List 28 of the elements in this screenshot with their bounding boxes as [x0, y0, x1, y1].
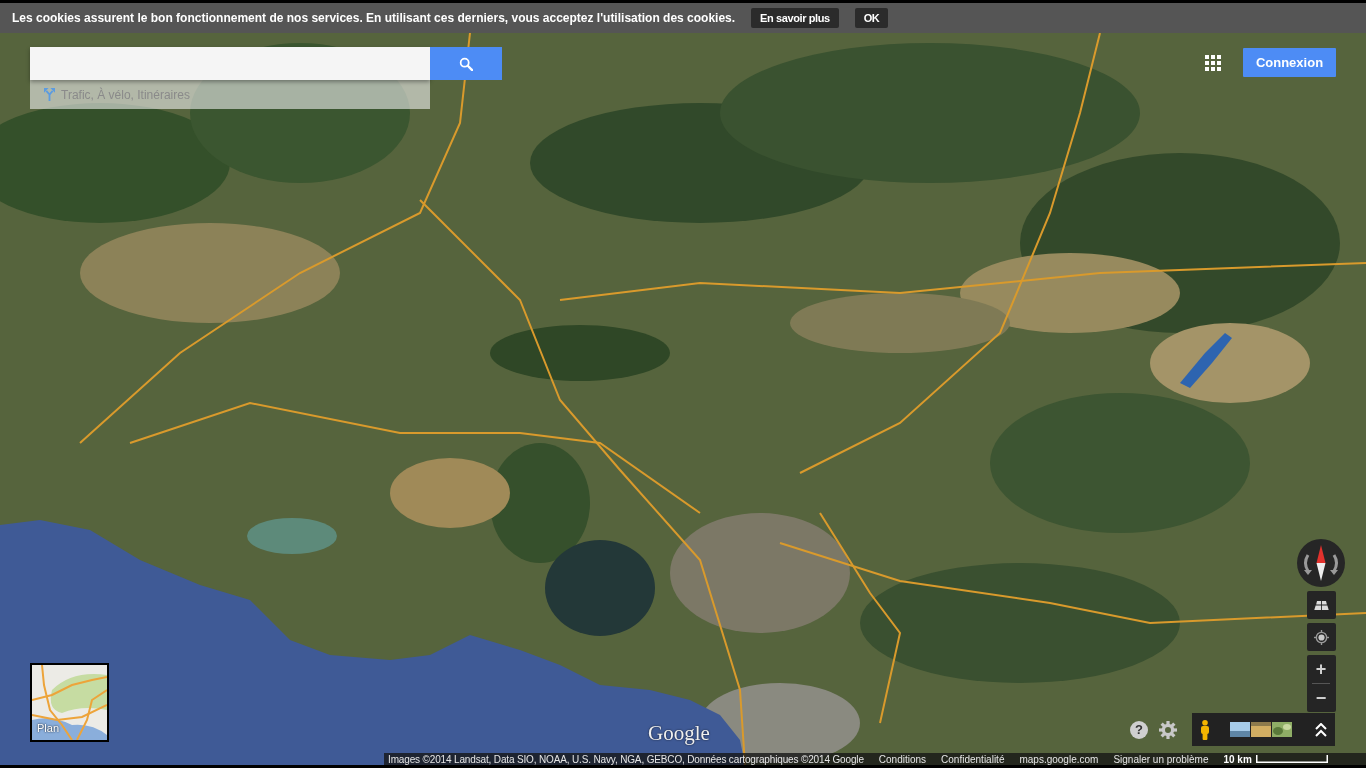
- tilt-icon: [1313, 600, 1329, 610]
- greenery-thumbnail[interactable]: [1272, 722, 1292, 737]
- footer-link[interactable]: Confidentialité: [941, 753, 1005, 765]
- attribution-text: Images ©2014 Landsat, Data SIO, NOAA, U.S. Navy, NGA, GEBCO, Données cartographiques ©2014 Google: [388, 753, 864, 765]
- landscape-thumbnail[interactable]: [1230, 722, 1250, 737]
- cookie-button[interactable]: OK: [854, 8, 889, 28]
- footer-link[interactable]: maps.google.com: [1019, 753, 1099, 765]
- cookie-button[interactable]: En savoir plus: [751, 8, 839, 28]
- my-location-button[interactable]: [1306, 623, 1336, 651]
- compass-icon[interactable]: [1297, 539, 1345, 587]
- zoom-in-button[interactable]: +: [1306, 655, 1336, 683]
- footer-link[interactable]: Conditions: [878, 753, 927, 765]
- cookie-message: Les cookies assurent le bon fonctionnement de nos services. En utilisant ces derniers, vous acceptez l'utilisation des cookies.: [12, 11, 736, 25]
- zoom-out-button[interactable]: −: [1306, 684, 1336, 712]
- pegman-icon[interactable]: [1200, 719, 1210, 740]
- settings-icon[interactable]: [1159, 720, 1177, 739]
- field-thumbnail[interactable]: [1251, 722, 1271, 737]
- double-chevron-up-icon[interactable]: [1315, 722, 1327, 737]
- target-icon: [1313, 629, 1329, 645]
- footer-link[interactable]: Signaler un problème: [1113, 753, 1209, 765]
- satellite-map-drawing[interactable]: [0, 33, 1366, 765]
- search-icon: [459, 56, 473, 71]
- fork-arrow-icon: [44, 88, 55, 101]
- search-field[interactable]: [30, 47, 430, 80]
- tilt-button[interactable]: [1306, 591, 1336, 619]
- google-logo: Google: [648, 721, 710, 746]
- scale-label: 10 km: [1223, 753, 1252, 765]
- apps-grid-icon[interactable]: [1205, 54, 1221, 71]
